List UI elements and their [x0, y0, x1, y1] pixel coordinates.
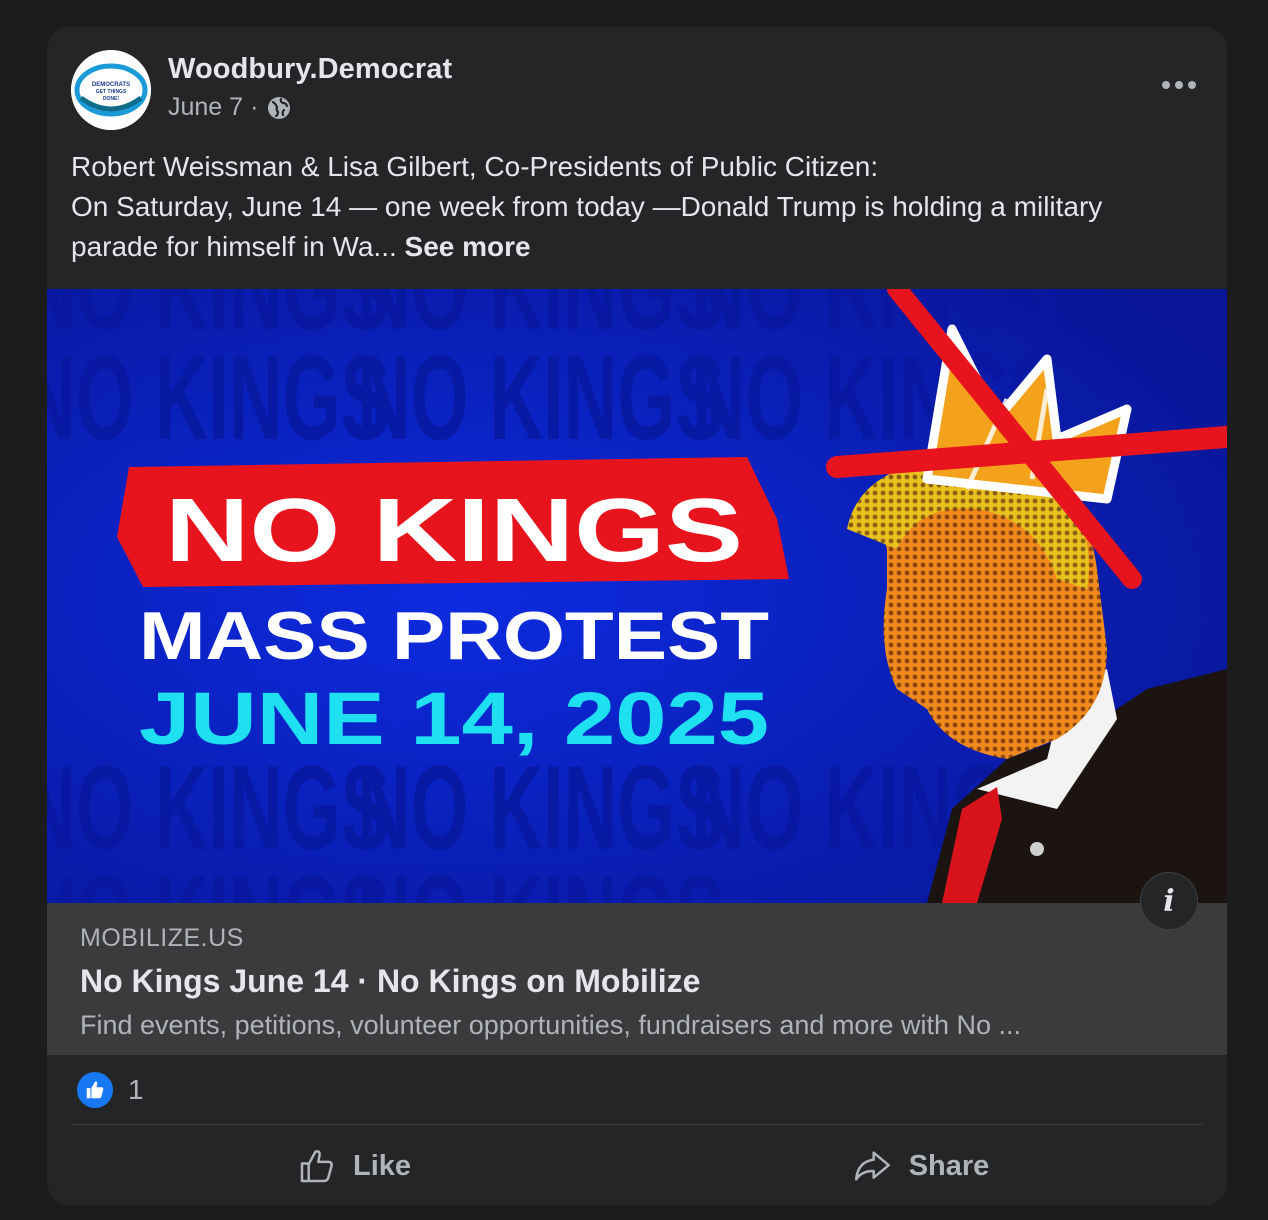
see-more-link[interactable]: See more	[405, 231, 531, 262]
post-card: DEMOCRATS GET THINGS DONE! Woodbury.Demo…	[47, 27, 1227, 1205]
page-avatar[interactable]: DEMOCRATS GET THINGS DONE!	[71, 50, 151, 130]
avatar-text-2: GET THINGS	[96, 89, 127, 95]
post-text: Robert Weissman & Lisa Gilbert, Co-Presi…	[71, 147, 1206, 267]
share-button[interactable]: Share	[637, 1135, 1203, 1197]
share-label: Share	[908, 1149, 990, 1182]
background-text: NO KINGS	[357, 852, 725, 903]
link-description: Find events, petitions, volunteer opport…	[80, 1010, 1021, 1040]
no-kings-poster: NO KINGS NO KINGS NO KINGS NO KINGS NO K…	[47, 289, 1227, 903]
like-button[interactable]: Like	[71, 1135, 637, 1197]
background-text: NO KINGS	[47, 852, 390, 903]
post-text-truncated: parade for himself in Wa...	[71, 231, 405, 262]
post-date[interactable]: June 7	[168, 93, 243, 122]
info-icon[interactable]: i	[1140, 872, 1198, 930]
like-label: Like	[352, 1149, 412, 1182]
more-options-button[interactable]	[1155, 65, 1203, 105]
more-dot	[1188, 81, 1196, 89]
post-text-line-last: parade for himself in Wa... See more	[71, 227, 1206, 267]
poster-headline: NO KINGS	[165, 481, 743, 581]
avatar-text-1: DEMOCRATS	[92, 82, 130, 88]
avatar-text-3: DONE!	[103, 96, 119, 102]
link-domain: MOBILIZE.US	[80, 924, 244, 952]
post-text-line: On Saturday, June 14 — one week from tod…	[71, 191, 1103, 222]
reaction-summary[interactable]: 1	[75, 1070, 144, 1110]
like-reaction-icon	[75, 1070, 115, 1110]
poster-subhead: MASS PROTEST	[139, 598, 769, 674]
democrats-logo-icon: DEMOCRATS GET THINGS DONE!	[71, 50, 151, 130]
post-header: DEMOCRATS GET THINGS DONE! Woodbury.Demo…	[47, 27, 1227, 137]
meta-separator: ·	[250, 93, 259, 121]
link-title[interactable]: No Kings June 14 · No Kings on Mobilize	[80, 963, 700, 1000]
share-icon	[854, 1151, 890, 1181]
background-text: NO KINGS	[357, 332, 725, 465]
page-name-link[interactable]: Woodbury.Democrat	[168, 53, 452, 86]
more-dot	[1162, 81, 1170, 89]
post-text-line: Robert Weissman & Lisa Gilbert, Co-Presi…	[71, 151, 879, 182]
like-icon	[300, 1150, 333, 1183]
reaction-count: 1	[128, 1074, 144, 1105]
actions-divider	[71, 1124, 1203, 1125]
link-preview[interactable]: MOBILIZE.US No Kings June 14 · No Kings …	[47, 903, 1227, 1055]
post-meta: June 7 ·	[168, 93, 291, 122]
action-bar: Like Share	[71, 1135, 1203, 1197]
link-image[interactable]: NO KINGS NO KINGS NO KINGS NO KINGS NO K…	[47, 289, 1227, 903]
poster-date: JUNE 14, 2025	[139, 677, 769, 760]
thumbs-up-icon	[86, 1081, 104, 1099]
background-text: NO KINGS	[47, 332, 390, 465]
globe-icon	[268, 96, 291, 119]
more-dot	[1175, 81, 1183, 89]
